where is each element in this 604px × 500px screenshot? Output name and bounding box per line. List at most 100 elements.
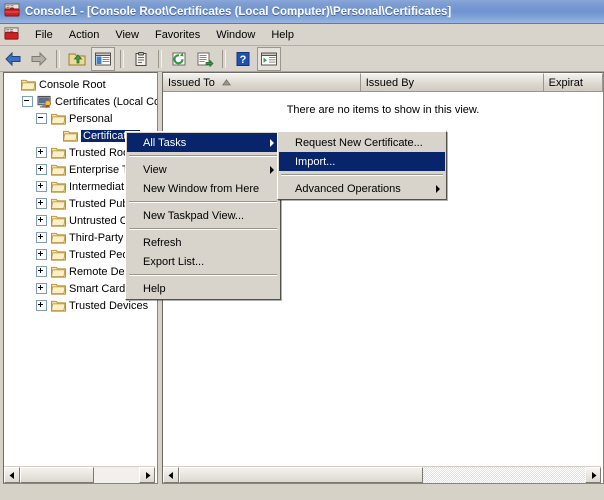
folder-icon [51,283,66,295]
refresh-button[interactable] [167,47,191,71]
list-scroll-left-button[interactable] [163,467,179,483]
menu-favorites[interactable]: Favorites [147,27,208,43]
mmc-console-icon [4,2,20,21]
menu-item-new-window-from-here[interactable]: New Window from Here [127,179,279,198]
export-list-button[interactable] [193,47,217,71]
menu-item-help[interactable]: Help [127,279,279,298]
folder-icon [51,232,66,244]
tree-item-label: Trusted Pub [69,197,129,210]
menu-action[interactable]: Action [61,27,108,43]
folder-icon [51,265,66,278]
menu-item-label: New Window from Here [143,182,260,195]
expand-icon[interactable] [36,198,47,209]
show-hide-action-pane-button[interactable] [257,46,281,71]
folder-icon [51,300,66,312]
folder-icon [21,78,36,91]
list-column-header-expirat[interactable]: Expirat [543,73,603,91]
menu-item-label: Import... [295,155,336,168]
properties-button[interactable] [129,47,153,71]
menu-item-refresh[interactable]: Refresh [127,233,279,252]
folder-icon [51,112,66,125]
list-column-header-issued-by[interactable]: Issued By [360,73,544,91]
menu-item-advanced-operations[interactable]: Advanced Operations [279,179,445,198]
folder-icon [51,282,66,295]
folder-icon [51,180,66,193]
tree-horizontal-scrollbar[interactable] [4,466,155,483]
folder-icon [51,197,66,210]
tree-item-personal[interactable]: Personal [4,110,157,127]
folder-icon [51,299,66,312]
action-pane-icon [261,52,277,65]
folder-icon [51,214,66,227]
tree-item-label: Untrusted C [69,214,128,227]
list-column-header-issued-to[interactable]: Issued To [163,73,361,91]
tree-item-certificates-local-com[interactable]: Certificates (Local Com [4,93,157,110]
tree-scroll-thumb[interactable] [20,467,94,483]
show-hide-console-tree-button[interactable] [91,46,115,71]
menu-item-label: New Taskpad View... [143,209,245,222]
question-mark-icon: ? [236,51,250,66]
expand-icon[interactable] [36,164,47,175]
triangle-left-icon [168,471,173,479]
mmc-console-window: Console1 - [Console Root\Certificates (L… [0,0,604,500]
menu-view[interactable]: View [107,27,147,43]
toolbar: ? [0,46,604,72]
back-button[interactable] [1,47,25,71]
menu-item-export-list[interactable]: Export List... [127,252,279,271]
folder-icon [51,215,66,227]
expand-icon[interactable] [36,266,47,277]
menu-item-label: Refresh [143,236,182,249]
tree-item-label: Console Root [39,78,106,91]
context-menu[interactable]: All Tasks View New Window from Here New Tas… [125,131,281,300]
folder-icon [51,146,66,159]
tree-scroll-trough[interactable] [94,467,139,483]
menu-window[interactable]: Window [208,27,263,43]
list-horizontal-scrollbar[interactable] [163,466,601,483]
submenu-arrow-icon [270,165,274,174]
expand-icon[interactable] [36,147,47,158]
forward-button[interactable] [27,47,51,71]
list-column-label: Issued By [365,76,415,89]
menu-help[interactable]: Help [263,27,302,43]
tree-scroll-right-button[interactable] [139,467,155,483]
menu-item-request-new-certificate[interactable]: Request New Certificate... [279,133,445,152]
collapse-icon[interactable] [22,96,33,107]
console-tree-icon [95,52,111,65]
tree-item-label: Smart Card [69,282,126,295]
toolbar-separator-3 [158,49,162,68]
tree-item-label: Trusted Peo [69,248,129,261]
submenu-arrow-icon [270,138,274,147]
expand-icon[interactable] [36,300,47,311]
list-scroll-right-button[interactable] [585,467,601,483]
list-scroll-trough[interactable] [423,467,585,483]
folder-icon [63,130,78,142]
expand-icon[interactable] [36,181,47,192]
folder-icon [51,113,66,125]
arrow-right-icon [31,51,47,66]
list-column-label: Expirat [548,76,583,89]
list-scroll-thumb[interactable] [179,467,423,483]
menu-item-new-taskpad-view[interactable]: New Taskpad View... [127,206,279,225]
tree-item-label: Intermediat [69,180,125,193]
collapse-icon[interactable] [36,113,47,124]
menu-separator [129,155,277,157]
menu-item-all-tasks[interactable]: All Tasks [127,133,279,152]
svg-text:?: ? [240,54,247,66]
menu-item-view[interactable]: View [127,160,279,179]
expand-icon[interactable] [36,232,47,243]
all-tasks-submenu[interactable]: Request New Certificate... Import... Advan… [277,131,447,200]
expand-icon[interactable] [36,215,47,226]
menu-file[interactable]: File [27,27,61,43]
sort-ascending-icon [221,77,231,89]
help-button[interactable]: ? [231,47,255,71]
tree-item-console-root[interactable]: Console Root [4,76,157,93]
tree-scroll-left-button[interactable] [4,467,20,483]
menu-item-label: All Tasks [143,136,187,149]
expand-icon[interactable] [36,283,47,294]
menu-separator [281,174,443,176]
expand-icon[interactable] [36,249,47,260]
mmc-console-icon-small [4,26,19,44]
up-one-level-button[interactable] [65,47,89,71]
menu-item-import[interactable]: Import... [279,152,445,171]
menu-bar: File Action View Favorites Window Help [0,24,604,46]
